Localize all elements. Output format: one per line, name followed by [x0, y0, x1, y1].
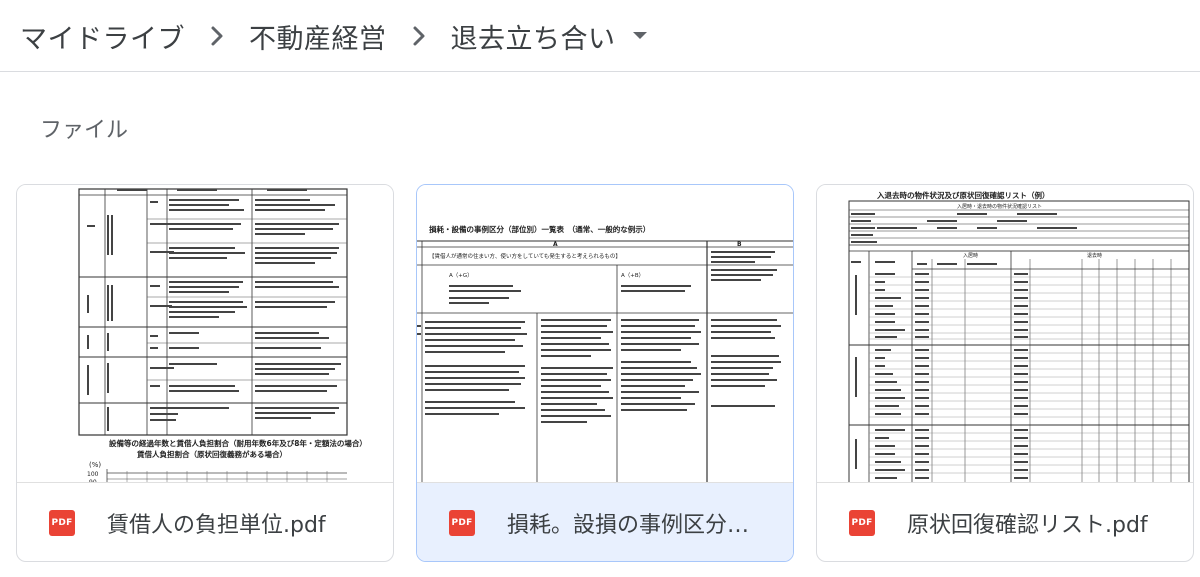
- breadcrumb-item-current-folder[interactable]: 退去立ち合い: [451, 17, 616, 56]
- file-thumbnail: 損耗・設備の事例区分（部位別）一覧表 （通常、一般的な例示） A B 【賃借人が…: [417, 185, 793, 483]
- file-name[interactable]: 損耗。設損の事例区分…: [507, 507, 749, 539]
- chevron-right-icon: [197, 21, 237, 51]
- preview-heading: 入退去時の物件状況及び原状回復確認リスト（例）: [876, 190, 1050, 200]
- preview-col-text: 【賃借人が通常の住まい方、使い方をしていても発生すると考えられるもの】: [429, 252, 621, 260]
- preview-col-header: 入居時: [963, 253, 978, 259]
- preview-col-header: B: [737, 241, 742, 248]
- document-preview-table: 入退去時の物件状況及び原状回復確認リスト（例） 入居時・退去時の物件状況確認リス…: [848, 190, 1190, 482]
- preview-heading: 損耗・設備の事例区分（部位別）一覧表 （通常、一般的な例示）: [429, 224, 650, 234]
- header-divider: [0, 71, 1200, 72]
- file-card[interactable]: 入退去時の物件状況及び原状回復確認リスト（例） 入居時・退去時の物件状況確認リス…: [816, 184, 1194, 562]
- preview-axis-tick: 100: [87, 471, 99, 478]
- breadcrumb: マイドライブ 不動産経営 退去立ち合い: [0, 0, 1200, 72]
- breadcrumb-item-folder[interactable]: 不動産経営: [249, 17, 387, 56]
- file-info-row[interactable]: PDF 損耗。設損の事例区分…: [417, 483, 793, 561]
- breadcrumb-item-my-drive[interactable]: マイドライブ: [20, 17, 185, 56]
- file-card[interactable]: 損耗・設備の事例区分（部位別）一覧表 （通常、一般的な例示） A B 【賃借人が…: [416, 184, 794, 562]
- preview-cell: A（+G）: [449, 272, 473, 279]
- section-label-files: ファイル: [40, 118, 129, 143]
- file-thumbnail: 設備等の経過年数と賃借人負担割合（耐用年数6年及び8年・定額法の場合） 賃借人負…: [17, 185, 393, 483]
- preview-axis-label: (%): [89, 461, 101, 469]
- document-preview-table: 設備等の経過年数と賃借人負担割合（耐用年数6年及び8年・定額法の場合） 賃借人負…: [78, 188, 367, 482]
- document-preview-table: 損耗・設備の事例区分（部位別）一覧表 （通常、一般的な例示） A B 【賃借人が…: [417, 224, 793, 482]
- dropdown-caret-icon[interactable]: [630, 26, 650, 46]
- preview-subheading: 賃借人負担割合（原状回復義務がある場合）: [136, 449, 287, 459]
- preview-heading: 設備等の経過年数と賃借人負担割合（耐用年数6年及び8年・定額法の場合）: [109, 438, 367, 448]
- file-thumbnail: 入退去時の物件状況及び原状回復確認リスト（例） 入居時・退去時の物件状況確認リス…: [817, 185, 1193, 483]
- file-name[interactable]: 原状回復確認リスト.pdf: [907, 507, 1148, 539]
- file-info-row[interactable]: PDF 原状回復確認リスト.pdf: [817, 483, 1193, 561]
- chevron-right-icon: [399, 21, 439, 51]
- pdf-file-icon: PDF: [49, 510, 75, 536]
- preview-cell: A（+B）: [621, 272, 644, 279]
- preview-col-header: A: [553, 241, 558, 248]
- pdf-file-icon: PDF: [449, 510, 475, 536]
- file-card[interactable]: 設備等の経過年数と賃借人負担割合（耐用年数6年及び8年・定額法の場合） 賃借人負…: [16, 184, 394, 562]
- file-info-row[interactable]: PDF 賃借人の負担単位.pdf: [17, 483, 393, 561]
- preview-col-header: 退去時: [1087, 252, 1102, 259]
- preview-subheading: 入居時・退去時の物件状況確認リスト: [957, 203, 1042, 210]
- file-name[interactable]: 賃借人の負担単位.pdf: [107, 507, 326, 539]
- pdf-file-icon: PDF: [849, 510, 875, 536]
